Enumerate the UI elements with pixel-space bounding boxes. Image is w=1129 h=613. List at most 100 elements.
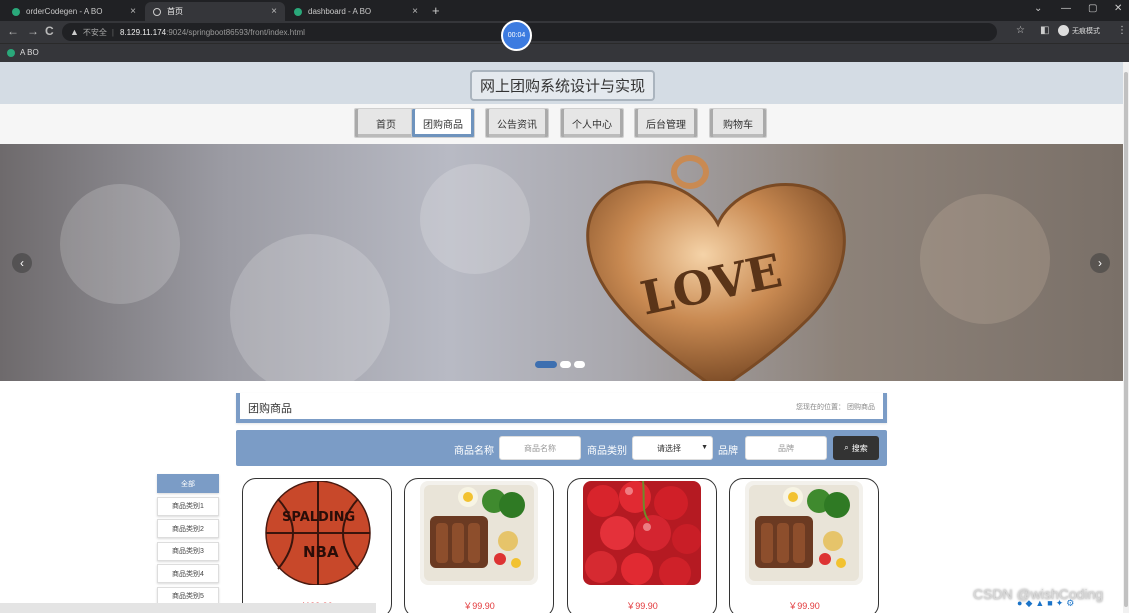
ime-toolbar[interactable]: ● ◆ ▲ ■ ✦ ⚙	[1017, 598, 1074, 609]
bento-image	[420, 481, 538, 585]
url-host: 8.129.11.174	[120, 27, 167, 37]
brand-filter-input[interactable]: 品牌	[745, 436, 827, 460]
category-item-4[interactable]: 商品类别4	[157, 564, 219, 583]
bokeh-light	[420, 164, 530, 274]
breadcrumb-current[interactable]: 团购商品	[847, 404, 875, 411]
bento-image	[745, 481, 863, 585]
tab-close-icon[interactable]: ×	[130, 6, 136, 17]
forward-icon[interactable]: →	[27, 24, 39, 38]
warning-icon: ▲	[70, 27, 79, 37]
nav-admin[interactable]: 后台管理	[634, 108, 698, 138]
product-price: ￥99.90	[463, 601, 495, 611]
heart-pendant-image: LOVE	[586, 155, 846, 381]
tab-title: 首页	[167, 7, 183, 16]
section-title: 团购商品	[248, 403, 292, 415]
ime-icon[interactable]: ◆	[1025, 598, 1032, 609]
tab-favicon	[294, 7, 302, 16]
svg-text:NBA: NBA	[303, 543, 339, 561]
basketball-image: SPALDING NBA	[258, 481, 376, 585]
bookmark-favicon	[7, 48, 15, 57]
ime-icon[interactable]: ■	[1047, 598, 1052, 609]
browser-tab-dashboard[interactable]: dashboard - A BO ×	[286, 2, 426, 21]
close-window-icon[interactable]: ✕	[1114, 3, 1122, 14]
browser-toolbar: ← → C ▲ 不安全 | 8.129.11.174 :9024/springb…	[0, 21, 1129, 43]
bookmark-item[interactable]: A BO	[7, 48, 39, 57]
product-card[interactable]: SPALDING NBA ￥99.90	[242, 478, 392, 613]
chevron-down-icon: ▼	[701, 444, 708, 451]
category-select[interactable]: 请选择 ▼	[632, 436, 713, 460]
nav-home[interactable]: 首页	[354, 108, 418, 138]
tab-favicon	[12, 7, 20, 16]
security-status[interactable]: 不安全	[83, 27, 107, 38]
category-item-3[interactable]: 商品类别3	[157, 541, 219, 561]
tab-title: orderCodegen - A BO	[26, 7, 103, 16]
back-icon[interactable]: ←	[7, 24, 19, 38]
brand-filter-label: 品牌	[718, 446, 738, 457]
carousel-prev-button[interactable]: ‹	[12, 253, 32, 273]
product-price: ￥99.90	[626, 601, 658, 611]
category-sidebar: 全部 商品类别1 商品类别2 商品类别3 商品类别4 商品类别5	[157, 474, 219, 609]
carousel-dot[interactable]	[574, 361, 585, 368]
scrollbar-thumb[interactable]	[1124, 72, 1128, 607]
site-title: 网上团购系统设计与实现	[470, 70, 656, 101]
tab-close-icon[interactable]: ×	[271, 6, 277, 17]
url-path: :9024/springboot86593/front/index.html	[166, 27, 305, 37]
search-button[interactable]: ⌕ 搜索	[833, 436, 879, 460]
tab-search-icon[interactable]: ⌄	[1034, 3, 1042, 14]
search-button-label: 搜索	[851, 443, 868, 453]
nav-cart[interactable]: 购物车	[709, 108, 767, 138]
name-filter-input[interactable]: 商品名称	[499, 436, 581, 460]
category-item-2[interactable]: 商品类别2	[157, 519, 219, 538]
star-icon[interactable]: ☆	[1016, 25, 1025, 36]
breadcrumb: 您现在的位置： 团购商品	[796, 402, 875, 412]
svg-text:SPALDING: SPALDING	[282, 510, 355, 525]
menu-icon[interactable]: ⋮	[1117, 25, 1127, 36]
carousel-dot[interactable]	[560, 361, 571, 368]
ime-icon[interactable]: ⚙	[1066, 598, 1074, 609]
carousel-dot[interactable]	[535, 361, 557, 368]
category-item-1[interactable]: 商品类别1	[157, 496, 219, 516]
minimize-icon[interactable]: —	[1061, 3, 1071, 14]
web-page: 网上团购系统设计与实现 首页 团购商品 公告资讯 个人中心 后台管理 购物车 L…	[0, 62, 1129, 613]
category-all[interactable]: 全部	[157, 474, 219, 493]
page-scrollbar[interactable]	[1123, 62, 1129, 613]
name-filter-label: 商品名称	[454, 446, 494, 457]
browser-tab-home[interactable]: 首页 ×	[145, 2, 285, 21]
nav-personal-center[interactable]: 个人中心	[560, 108, 624, 138]
product-card[interactable]: ￥99.90	[404, 478, 554, 613]
reload-icon[interactable]: C	[45, 24, 54, 38]
nav-news[interactable]: 公告资讯	[485, 108, 549, 138]
bokeh-light	[920, 194, 1050, 324]
product-card[interactable]: ￥99.90	[729, 478, 879, 613]
product-price: ￥99.90	[788, 601, 820, 611]
browser-status-bar	[0, 603, 376, 613]
restore-icon[interactable]: ▢	[1088, 3, 1097, 14]
site-header: 网上团购系统设计与实现	[0, 62, 1123, 104]
globe-icon	[153, 7, 161, 16]
search-icon: ⌕	[844, 443, 849, 452]
ime-icon[interactable]: ▲	[1035, 598, 1044, 609]
bookmark-label: A BO	[20, 48, 39, 57]
recording-timer: 00:04	[501, 20, 532, 51]
bokeh-light	[60, 184, 180, 304]
profile-button[interactable]: 无痕模式	[1058, 25, 1100, 36]
browser-tab-ordercodegen[interactable]: orderCodegen - A BO ×	[4, 2, 144, 21]
tab-strip: orderCodegen - A BO × 首页 × dashboard - A…	[0, 0, 1129, 21]
section-header: 团购商品 您现在的位置： 团购商品	[236, 393, 887, 423]
product-card[interactable]: ￥99.90	[567, 478, 717, 613]
ime-icon[interactable]: ✦	[1056, 598, 1064, 609]
carousel-next-button[interactable]: ›	[1090, 253, 1110, 273]
category-filter-label: 商品类别	[587, 446, 627, 457]
nav-group-products[interactable]: 团购商品	[411, 108, 475, 138]
breadcrumb-label: 您现在的位置：	[796, 404, 846, 411]
bokeh-light	[230, 234, 390, 381]
browser-chrome: orderCodegen - A BO × 首页 × dashboard - A…	[0, 0, 1129, 62]
new-tab-button[interactable]: +	[432, 3, 440, 18]
filter-bar: 商品名称 商品名称 商品类别 请选择 ▼ 品牌 品牌 ⌕ 搜索	[236, 430, 887, 466]
profile-label: 无痕模式	[1072, 27, 1100, 35]
ime-icon[interactable]: ●	[1017, 598, 1022, 609]
sidepanel-icon[interactable]: ◧	[1040, 25, 1049, 36]
carousel[interactable]: LOVE ‹ ›	[0, 144, 1123, 381]
tab-close-icon[interactable]: ×	[412, 6, 418, 17]
carousel-indicators	[535, 361, 585, 368]
